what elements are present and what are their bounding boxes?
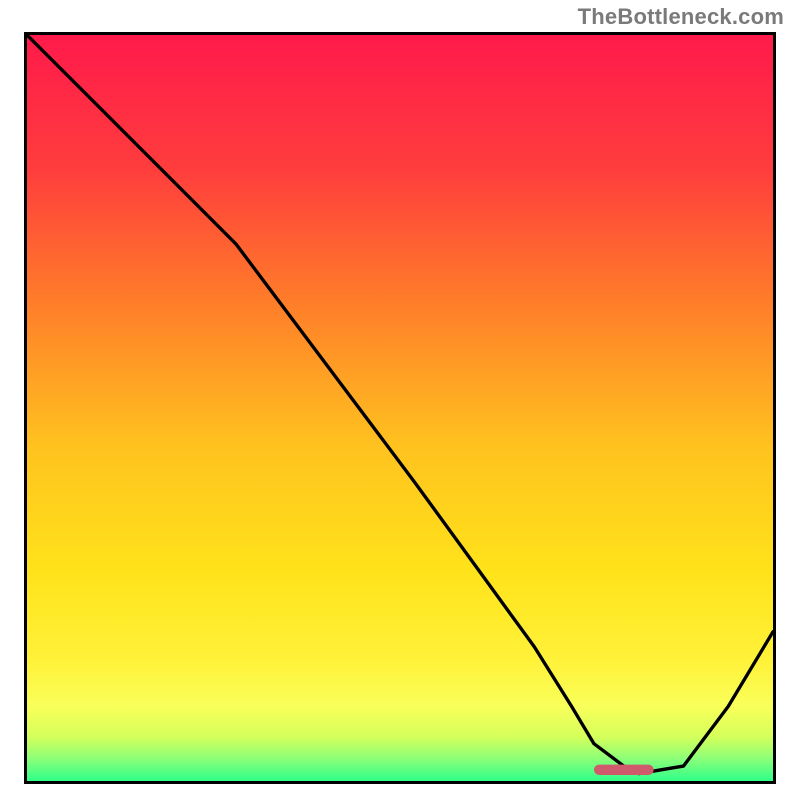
curve-layer [27,35,773,781]
watermark-text: TheBottleneck.com [578,4,784,30]
chart-container: TheBottleneck.com [0,0,800,800]
optimal-range-marker [594,765,654,775]
bottleneck-curve-path [27,35,773,774]
plot-area [24,32,776,784]
